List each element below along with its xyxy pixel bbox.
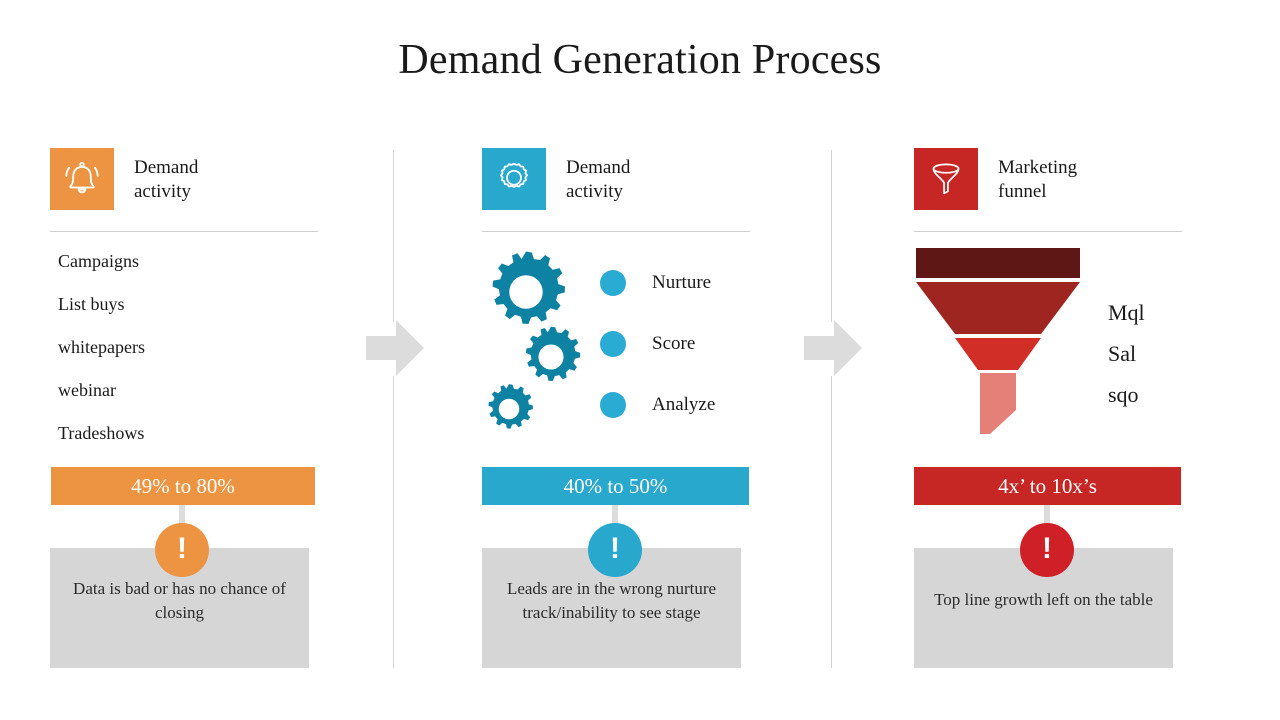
note-text-stage-3: Top line growth left on the table xyxy=(934,590,1153,609)
list-item[interactable]: List buys xyxy=(58,293,350,315)
list-item[interactable]: whitepapers xyxy=(58,336,350,358)
gear-icon xyxy=(482,148,546,210)
bullet-label: Analyze xyxy=(652,394,716,415)
funnel-illustration: Mql Sal sqo xyxy=(914,248,1214,434)
metric-bar-stage-3: 4x’ to 10x’s xyxy=(914,467,1181,505)
bullet-dot-icon xyxy=(600,392,626,418)
header-rule xyxy=(482,231,750,232)
bullet-label: Score xyxy=(652,333,696,354)
list-item[interactable]: Tradeshows xyxy=(58,422,350,444)
metric-bar-stage-2: 40% to 50% xyxy=(482,467,749,505)
gear-small-icon xyxy=(482,382,536,441)
funnel-tier-4 xyxy=(980,373,1016,434)
right-arrow-icon xyxy=(804,320,862,381)
list-item[interactable]: webinar xyxy=(58,379,350,401)
bullet-label: Nurture xyxy=(652,272,712,293)
alert-badge-stage-2[interactable]: ! xyxy=(588,523,642,577)
page-title: Demand Generation Process xyxy=(398,37,882,83)
column-demand-activity-processing: Demand activity Nurture Score Analyze xyxy=(482,148,782,434)
funnel-icon xyxy=(914,148,978,210)
funnel-label: Mql xyxy=(1108,300,1145,325)
activity-list: Campaigns List buys whitepapers webinar … xyxy=(50,250,350,444)
bell-icon xyxy=(50,148,114,210)
column-divider-2-bottom xyxy=(831,376,832,668)
funnel-label-list: Mql Sal sqo xyxy=(1108,292,1145,415)
column-divider-1-bottom xyxy=(393,376,394,668)
bullet-analyze[interactable]: Analyze xyxy=(600,392,715,418)
bullet-score[interactable]: Score xyxy=(600,331,695,357)
funnel-label: Sal xyxy=(1108,341,1137,366)
bullet-dot-icon xyxy=(600,331,626,357)
funnel-tier-3 xyxy=(955,338,1041,370)
right-arrow-icon xyxy=(366,320,424,381)
alert-badge-stage-3[interactable]: ! xyxy=(1020,523,1074,577)
column-divider-1-top xyxy=(393,150,394,322)
gear-illustration: Nurture Score Analyze xyxy=(482,248,782,434)
funnel-tier-1 xyxy=(916,248,1080,278)
column-divider-2-top xyxy=(831,150,832,322)
bullet-nurture[interactable]: Nurture xyxy=(600,270,711,296)
column-marketing-funnel: Marketing funnel Mql Sal sqo xyxy=(914,148,1214,434)
column-header-label: Demand activity xyxy=(566,157,631,202)
note-text-stage-2: Leads are in the wrong nurture track/ina… xyxy=(506,579,717,622)
alert-badge-stage-1[interactable]: ! xyxy=(155,523,209,577)
column-demand-activity-sources: Demand activity Campaigns List buys whit… xyxy=(50,148,350,465)
slide-canvas: Demand Generation Process Demand activit… xyxy=(0,0,1280,720)
column-header-label: Demand activity xyxy=(134,157,199,202)
column-header: Demand activity xyxy=(482,148,782,210)
header-rule xyxy=(50,231,318,232)
column-header: Marketing funnel xyxy=(914,148,1214,210)
column-header-label: Marketing funnel xyxy=(998,157,1078,202)
list-item[interactable]: Campaigns xyxy=(58,250,350,272)
header-rule xyxy=(914,231,1182,232)
column-header: Demand activity xyxy=(50,148,350,210)
metric-bar-stage-1: 49% to 80% xyxy=(51,467,315,505)
funnel-label: sqo xyxy=(1108,382,1139,407)
note-text-stage-1: Data is bad or has no chance of closing xyxy=(73,579,286,622)
funnel-tier-2 xyxy=(916,282,1080,334)
bullet-dot-icon xyxy=(600,270,626,296)
